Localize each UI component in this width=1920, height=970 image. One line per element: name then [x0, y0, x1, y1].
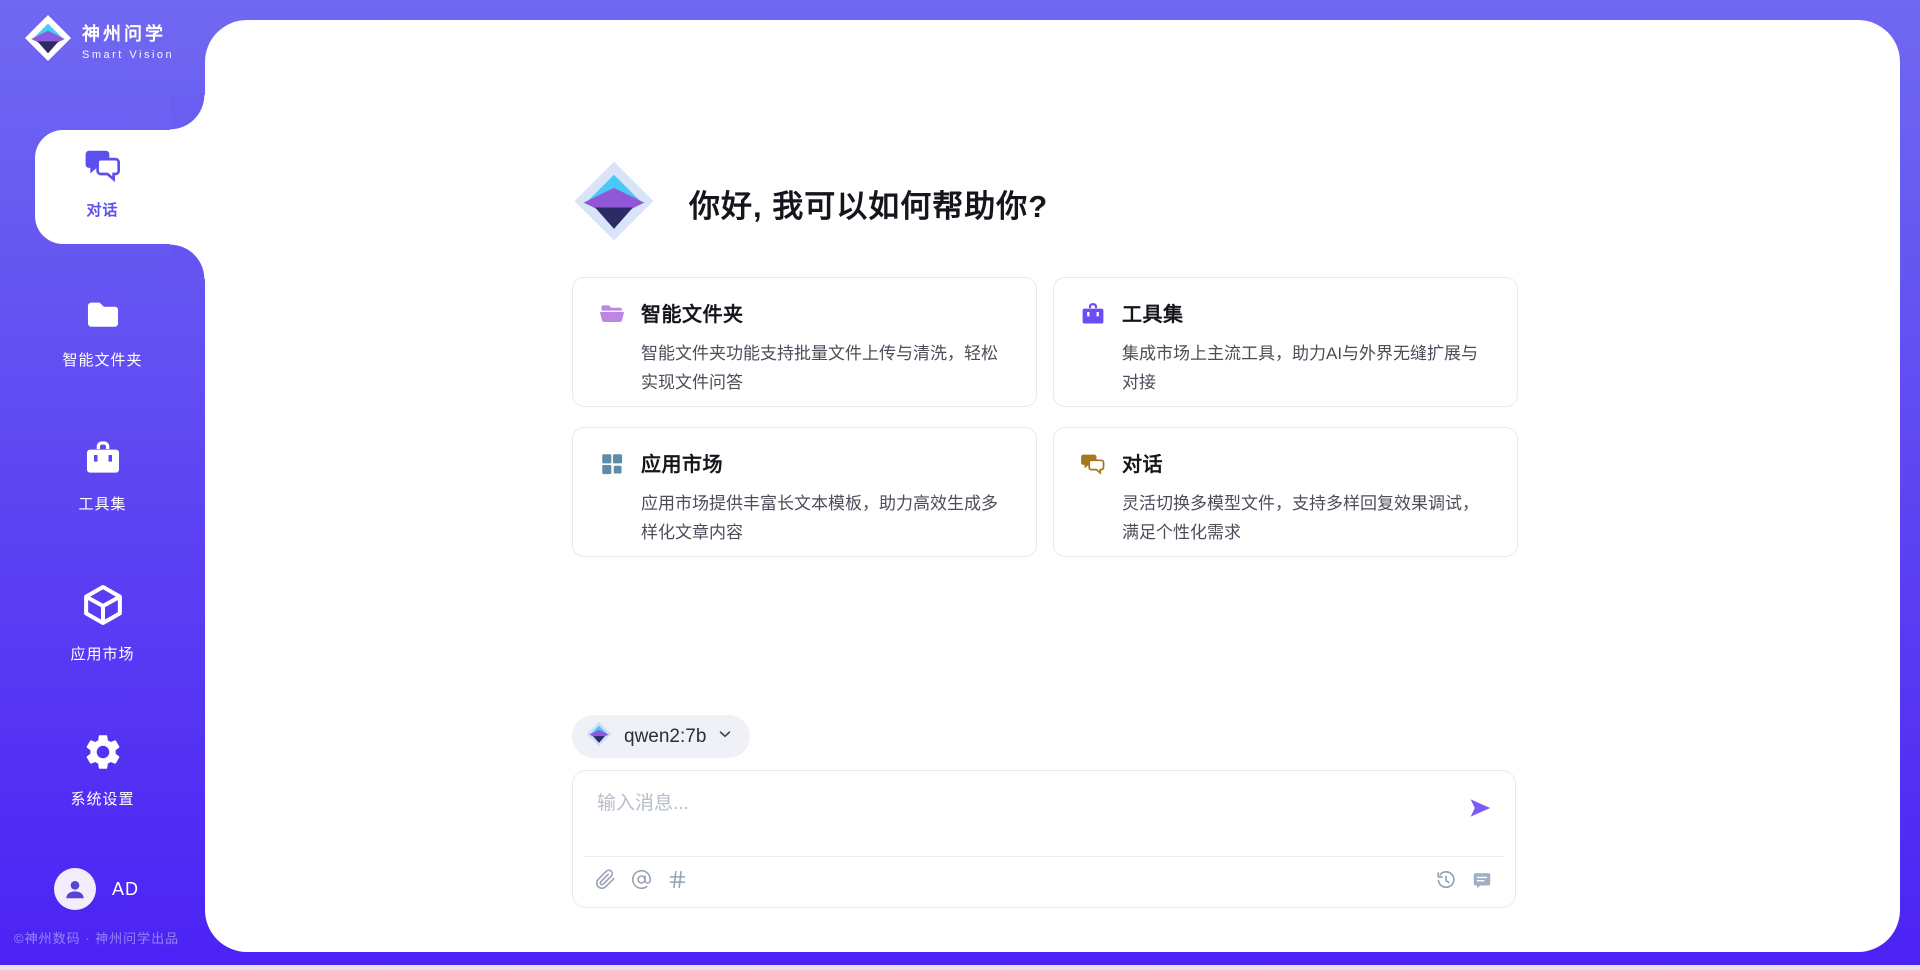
user-profile[interactable]: AD	[54, 868, 139, 910]
card-description: 智能文件夹功能支持批量文件上传与清洗，轻松实现文件问答	[641, 339, 1012, 397]
feature-card-smart-folder[interactable]: 智能文件夹 智能文件夹功能支持批量文件上传与清洗，轻松实现文件问答	[572, 277, 1037, 407]
greeting-block: 你好, 我可以如何帮助你?	[573, 160, 1048, 247]
model-logo-icon	[586, 721, 612, 752]
sidebar-item-label: 应用市场	[70, 643, 134, 664]
toolbox-icon	[83, 438, 123, 483]
model-name: qwen2:7b	[624, 726, 706, 748]
sidebar-item-label: 对话	[86, 199, 118, 220]
sidebar-item-smart-folder[interactable]: 智能文件夹	[0, 296, 205, 370]
copyright-text: ©神州数码 · 神州问学出品	[14, 928, 179, 947]
gear-icon	[82, 731, 124, 778]
sidebar-item-label: 系统设置	[70, 788, 134, 809]
history-icon[interactable]	[1435, 869, 1457, 891]
sidebar-item-toolset[interactable]: 工具集	[0, 438, 205, 514]
active-tab-curve-top	[170, 95, 205, 130]
hash-icon[interactable]	[667, 869, 688, 890]
grid-icon	[599, 451, 625, 482]
app-title: 神州问学	[82, 20, 174, 46]
folder-icon	[84, 296, 122, 339]
card-description: 灵活切换多模型文件，支持多样回复效果调试，满足个性化需求	[1122, 489, 1493, 547]
feature-card-chat[interactable]: 对话 灵活切换多模型文件，支持多样回复效果调试，满足个性化需求	[1053, 427, 1518, 557]
paperclip-icon[interactable]	[595, 869, 616, 890]
window-bottom-edge	[0, 965, 1920, 970]
main-content: 你好, 我可以如何帮助你? 智能文件夹 智能文件夹功能支持批量文件上传与清洗，轻…	[205, 20, 1900, 952]
active-tab-curve-bottom	[170, 244, 205, 279]
app-logo: 神州问学 Smart Vision	[24, 14, 174, 67]
at-sign-icon[interactable]	[631, 869, 652, 890]
send-icon[interactable]	[1467, 795, 1493, 821]
sidebar-item-chat[interactable]: 对话	[0, 146, 205, 220]
card-title: 应用市场	[641, 448, 1012, 477]
user-name: AD	[112, 879, 139, 900]
message-composer	[572, 770, 1516, 908]
greeting-text: 你好, 我可以如何帮助你?	[689, 181, 1048, 226]
feature-card-app-market[interactable]: 应用市场 应用市场提供丰富长文本模板，助力高效生成多样化文章内容	[572, 427, 1037, 557]
folder-open-icon	[599, 301, 625, 332]
sidebar-item-app-market[interactable]: 应用市场	[0, 582, 205, 664]
cube-icon	[80, 582, 126, 633]
card-title: 对话	[1122, 448, 1493, 477]
feature-cards: 智能文件夹 智能文件夹功能支持批量文件上传与清洗，轻松实现文件问答 工具集 集成…	[572, 277, 1518, 557]
chevron-down-icon	[716, 725, 734, 748]
sidebar-item-label: 智能文件夹	[62, 349, 142, 370]
sidebar-item-label: 工具集	[78, 493, 126, 514]
composer-divider	[583, 856, 1505, 857]
briefcase-icon	[1080, 301, 1106, 332]
app-subtitle: Smart Vision	[82, 49, 174, 61]
chat-icon	[84, 146, 122, 189]
card-title: 工具集	[1122, 298, 1493, 327]
card-description: 集成市场上主流工具，助力AI与外界无缝扩展与对接	[1122, 339, 1493, 397]
card-description: 应用市场提供丰富长文本模板，助力高效生成多样化文章内容	[641, 489, 1012, 547]
greeting-diamond-icon	[573, 160, 655, 247]
user-avatar-icon	[54, 868, 96, 910]
brand-diamond-icon	[24, 14, 72, 67]
chat-bubbles-icon	[1080, 451, 1106, 482]
feature-card-toolset[interactable]: 工具集 集成市场上主流工具，助力AI与外界无缝扩展与对接	[1053, 277, 1518, 407]
sidebar: 神州问学 Smart Vision 对话 智能文件夹	[0, 0, 205, 970]
message-icon[interactable]	[1471, 869, 1493, 891]
message-input[interactable]	[597, 789, 1437, 819]
card-title: 智能文件夹	[641, 298, 1012, 327]
sidebar-item-settings[interactable]: 系统设置	[0, 731, 205, 809]
model-selector[interactable]: qwen2:7b	[572, 715, 750, 758]
